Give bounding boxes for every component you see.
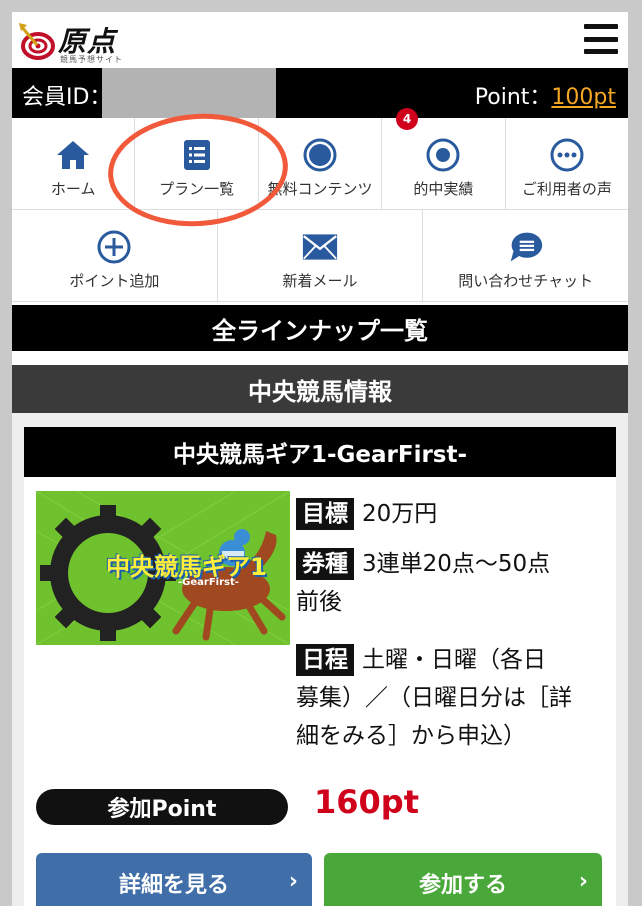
nav-item-free-content[interactable]: 無料コンテンツ — [258, 118, 383, 209]
chat-dots-icon — [549, 138, 585, 172]
join-button[interactable]: 参加する › — [324, 853, 602, 906]
participation-point-label: 参加Point — [36, 789, 288, 825]
nav-label-chat: 問い合わせチャット — [458, 272, 594, 290]
list-icon — [179, 138, 215, 172]
plan-title: 中央競馬ギア1-GearFirst- — [24, 427, 616, 477]
participation-point-price: 160pt — [314, 783, 419, 821]
central-racing-section: 中央競馬情報 中央競馬ギア1-GearFirst- 中央競馬ギア1 -GearF… — [12, 365, 628, 906]
target-logo-icon — [19, 23, 55, 60]
view-details-button[interactable]: 詳細を見る › — [36, 853, 312, 906]
nav-label-add-points: ポイント追加 — [69, 272, 160, 290]
nav-item-plans[interactable]: プラン一覧 — [135, 118, 259, 209]
nav-label-home: ホーム — [50, 180, 96, 198]
member-bar: 会員ID： Point：100pt — [12, 68, 628, 118]
action-buttons: 詳細を見る › 参加する › — [24, 847, 616, 906]
member-id-label: 会員ID： — [22, 85, 112, 110]
nav-label-new-mail: 新着メール — [282, 272, 358, 290]
plan-info: 目標 20万円 券種 3連単20点〜50点 前後 日程 土曜・日曜（各日 募集）／（日… — [296, 495, 606, 755]
nav-item-new-mail[interactable]: 新着メール — [217, 210, 424, 301]
site-header: 原点 競馬予想サイト — [12, 12, 628, 68]
ticket-value-cont: 前後 — [296, 589, 342, 615]
page: 原点 競馬予想サイト 会員ID： Point：100pt ホーム プラン一覧 無… — [12, 12, 628, 906]
goal-value: 20万円 — [362, 501, 438, 527]
chevron-right-icon: › — [578, 869, 588, 894]
plan-card: 中央競馬ギア1-GearFirst- 中央競馬ギア1 -GearFirst- 目… — [24, 427, 616, 906]
schedule-row: 日程 土曜・日曜（各日 募集）／（日曜日分は［詳 細をみる］から申込） — [296, 641, 606, 755]
nav-item-results[interactable]: 的中実績 — [382, 118, 506, 209]
nav-item-home[interactable]: ホーム — [12, 118, 136, 209]
point-label: Point： — [474, 85, 552, 110]
ticket-row: 券種 3連単20点〜50点 前後 — [296, 545, 606, 621]
nav-item-testimonials[interactable]: ご利用者の声 — [505, 118, 628, 209]
plan-body: 中央競馬ギア1 -GearFirst- 目標 20万円 券種 3連単20点〜50点 … — [24, 477, 616, 777]
nav-row-primary: ホーム プラン一覧 無料コンテンツ 的中実績 ご利用者の声 — [12, 118, 628, 210]
ticket-value: 3連単20点〜50点 — [362, 551, 551, 577]
hamburger-icon[interactable] — [584, 24, 618, 54]
goal-row: 目標 20万円 — [296, 495, 606, 533]
member-id-redacted — [102, 68, 276, 118]
plus-circle-icon — [96, 230, 132, 264]
target-icon — [425, 138, 461, 172]
nav-label-free-content: 無料コンテンツ — [267, 180, 373, 198]
schedule-value-2: 募集）／（日曜日分は［詳 — [296, 685, 572, 711]
nav-label-plans: プラン一覧 — [159, 180, 235, 198]
logo-subtitle: 競馬予想サイト — [60, 55, 123, 64]
chat-bubble-icon — [508, 230, 544, 264]
participation-point-row: 参加Point 160pt — [24, 777, 616, 837]
section-header: 中央競馬情報 — [12, 365, 628, 413]
circle-icon — [302, 138, 338, 172]
site-logo[interactable]: 原点 競馬予想サイト — [18, 18, 128, 64]
ticket-tag: 券種 — [296, 548, 354, 580]
goal-tag: 目標 — [296, 498, 354, 530]
unread-mail-badge: 4 — [396, 108, 418, 130]
point-balance: Point：100pt — [475, 79, 616, 111]
schedule-tag: 日程 — [296, 644, 354, 676]
mail-icon — [302, 230, 338, 264]
nav-item-add-points[interactable]: ポイント追加 — [12, 210, 218, 301]
chevron-right-icon: › — [288, 869, 298, 894]
nav-row-secondary: ポイント追加 新着メール 問い合わせチャット — [12, 210, 628, 302]
nav-label-testimonials: ご利用者の声 — [521, 180, 612, 198]
plan-banner-image[interactable]: 中央競馬ギア1 -GearFirst- — [36, 491, 290, 645]
banner-subtitle: -GearFirst- — [178, 577, 239, 588]
join-label: 参加する — [418, 873, 507, 898]
home-icon — [55, 138, 91, 172]
nav-item-chat[interactable]: 問い合わせチャット — [423, 210, 628, 301]
nav-label-results: 的中実績 — [413, 180, 474, 198]
point-value-link[interactable]: 100pt — [551, 85, 616, 110]
schedule-value-1: 土曜・日曜（各日 — [362, 647, 546, 673]
schedule-value-3: 細をみる］から申込） — [296, 723, 526, 749]
lineup-header: 全ラインナップ一覧 — [12, 305, 628, 351]
view-details-label: 詳細を見る — [118, 873, 229, 898]
